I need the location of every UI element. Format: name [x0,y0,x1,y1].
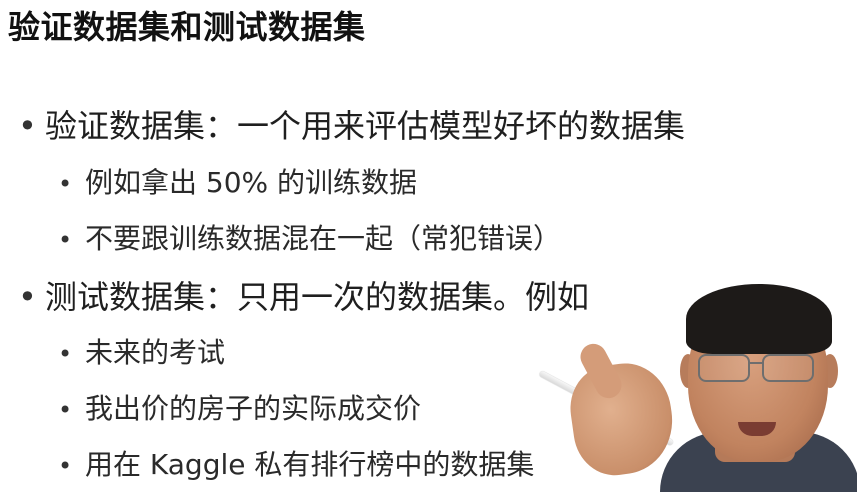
bullet-list: • 验证数据集：一个用来评估模型好坏的数据集 • 例如拿出 50% 的训练数据 • 不… [0,0,857,492]
bullet-icon: • [18,278,37,316]
bullet-text: 测试数据集：只用一次的数据集。例如 [45,278,590,316]
bullet-item: • 测试数据集：只用一次的数据集。例如 [18,277,589,317]
bullet-icon: • [58,396,73,424]
bullet-icon: • [58,226,73,254]
sub-bullet-text: 不要跟训练数据混在一起（常犯错误） [85,222,562,255]
sub-bullet-item: • 用在 Kaggle 私有排行榜中的数据集 [58,445,534,486]
sub-bullet-text: 我出价的房子的实际成交价 [85,392,422,425]
bullet-icon: • [18,107,37,145]
sub-bullet-item: • 不要跟训练数据混在一起（常犯错误） [58,219,561,260]
bullet-text: 验证数据集：一个用来评估模型好坏的数据集 [45,107,686,145]
sub-bullet-text: 用在 Kaggle 私有排行榜中的数据集 [85,448,535,481]
sub-bullet-text: 例如拿出 50% 的训练数据 [85,166,418,199]
sub-bullet-item: • 例如拿出 50% 的训练数据 [58,163,417,204]
sub-bullet-item: • 未来的考试 [58,333,225,374]
sub-bullet-item: • 我出价的房子的实际成交价 [58,389,421,430]
bullet-icon: • [58,170,73,198]
sub-bullet-text: 未来的考试 [85,336,226,369]
bullet-item: • 验证数据集：一个用来评估模型好坏的数据集 [18,106,685,146]
slide: 验证数据集和测试数据集 • 验证数据集：一个用来评估模型好坏的数据集 • 例如拿出 … [0,0,857,492]
bullet-icon: • [58,340,73,368]
bullet-icon: • [58,452,73,480]
